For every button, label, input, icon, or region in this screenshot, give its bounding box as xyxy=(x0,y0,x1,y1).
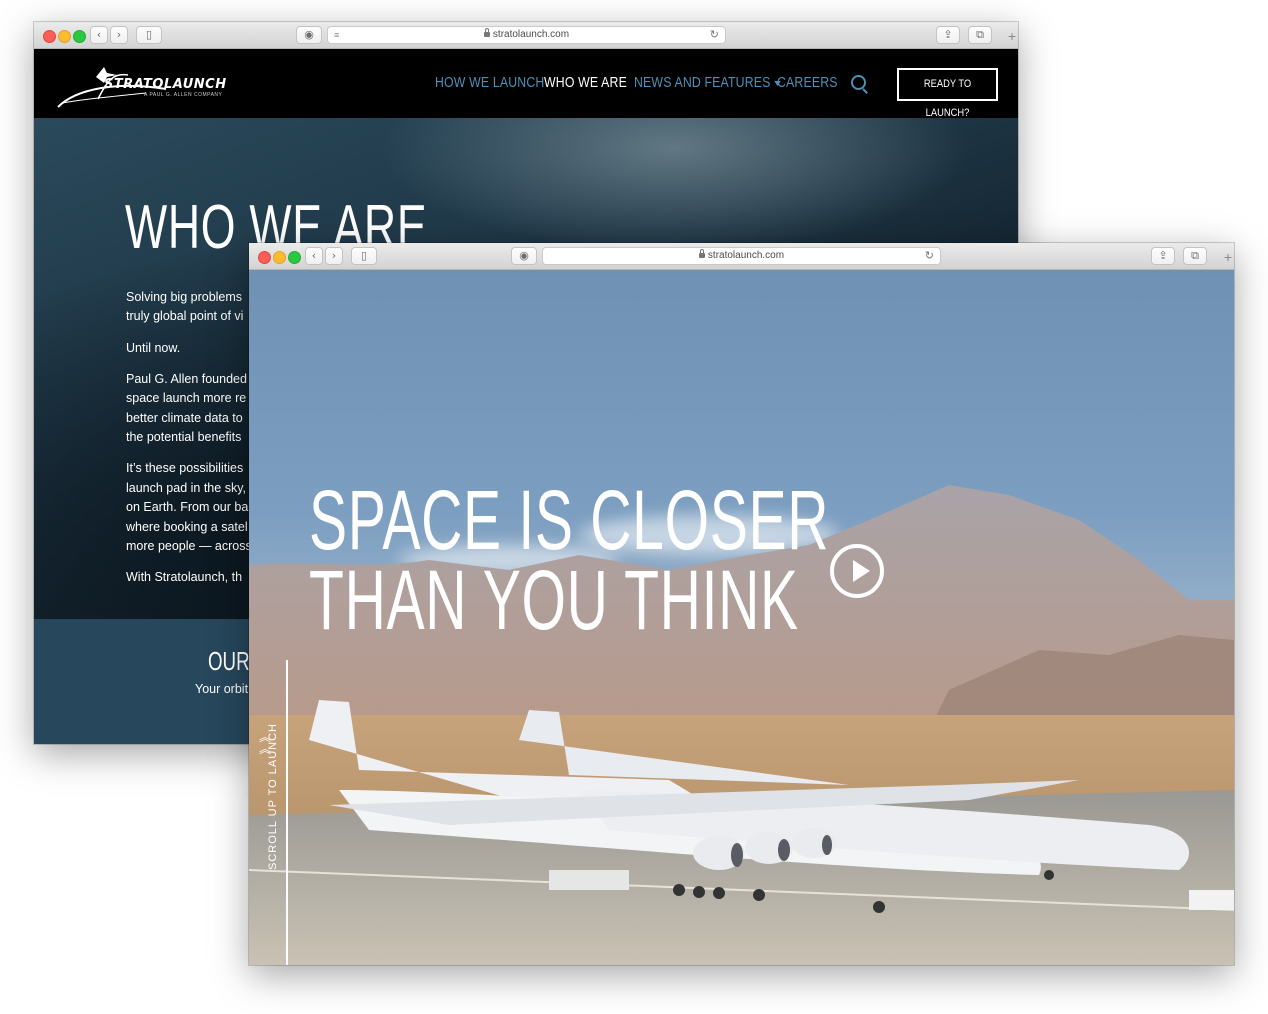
paragraph-3-line-2: space launch more re xyxy=(126,391,247,405)
back-arrow-icon[interactable]: ‹ xyxy=(305,247,323,265)
nav-careers[interactable]: CAREERS xyxy=(777,74,838,91)
forward-arrow-icon[interactable]: › xyxy=(110,26,128,44)
browser-toolbar: ‹ › ▯ ◉ stratolaunch.com ↻ ⇪ ⧉ + xyxy=(249,243,1234,270)
address-bar[interactable]: ≡ stratolaunch.com ↻ xyxy=(327,26,726,44)
paragraph-5-line-1: With Stratolaunch, th xyxy=(126,570,243,584)
hero-headline-line-1: SPACE IS CLOSER xyxy=(309,473,830,567)
home-page: SPACE IS CLOSER THAN YOU THINK ︽ ︽ SCROLL… xyxy=(249,270,1234,965)
paragraph-1-line-2: truly global point of vi xyxy=(126,309,244,323)
lock-icon xyxy=(698,249,705,258)
sidebar-toggle-icon[interactable]: ▯ xyxy=(136,26,162,44)
nav-who-we-are[interactable]: WHO WE ARE xyxy=(544,74,627,91)
nav-news-and-features[interactable]: NEWS AND FEATURES xyxy=(634,74,782,91)
paragraph-3-line-3: better climate data to xyxy=(126,411,243,425)
scroll-indicator-line xyxy=(286,660,288,965)
tabs-overview-icon[interactable]: ⧉ xyxy=(968,26,992,44)
close-window-button[interactable] xyxy=(258,251,271,264)
share-icon[interactable]: ⇪ xyxy=(936,26,960,44)
site-header: STRATOLAUNCH A PAUL G. ALLEN COMPANY HOW… xyxy=(34,49,1018,119)
url-text: stratolaunch.com xyxy=(492,29,570,40)
paragraph-4-line-3: on Earth. From our ba xyxy=(126,500,249,514)
reload-icon[interactable]: ↻ xyxy=(710,27,719,43)
paragraph-4-line-5: more people — across xyxy=(126,539,252,553)
new-tab-icon[interactable]: + xyxy=(1224,250,1232,264)
paragraph-4-line-1: It’s these possibilities xyxy=(126,461,244,475)
paragraph-2-line-1: Until now. xyxy=(126,341,181,355)
zoom-window-button[interactable] xyxy=(73,30,86,43)
browser-toolbar: ‹ › ▯ ◉ ≡ stratolaunch.com ↻ ⇪ ⧉ + xyxy=(34,22,1018,49)
logo-tagline: A PAUL G. ALLEN COMPANY xyxy=(144,92,223,98)
nav-how-we-launch[interactable]: HOW WE LAUNCH xyxy=(435,74,544,91)
logo-wordmark: STRATOLAUNCH xyxy=(104,77,227,92)
new-tab-icon[interactable]: + xyxy=(1008,29,1016,43)
share-icon[interactable]: ⇪ xyxy=(1151,247,1175,265)
lock-icon xyxy=(483,28,490,37)
stratolaunch-logo[interactable]: STRATOLAUNCH A PAUL G. ALLEN COMPANY xyxy=(56,59,226,111)
minimize-window-button[interactable] xyxy=(58,30,71,43)
forward-arrow-icon[interactable]: › xyxy=(325,247,343,265)
browser-window-front[interactable]: ‹ › ▯ ◉ stratolaunch.com ↻ ⇪ ⧉ + SPACE I… xyxy=(249,243,1234,965)
paragraph-3-line-4: the potential benefits xyxy=(126,430,242,444)
paragraph-3-line-1: Paul G. Allen founded xyxy=(126,372,247,386)
scroll-up-to-launch-label[interactable]: SCROLL UP TO LAUNCH xyxy=(267,723,279,870)
section-text: Your orbit xyxy=(195,682,249,696)
nav-news-label: NEWS AND FEATURES xyxy=(634,74,771,91)
play-video-button[interactable] xyxy=(830,544,884,598)
sidebar-toggle-icon[interactable]: ▯ xyxy=(351,247,377,265)
back-arrow-icon[interactable]: ‹ xyxy=(90,26,108,44)
hero-headline-line-2: THAN YOU THINK xyxy=(309,553,799,647)
reload-icon[interactable]: ↻ xyxy=(925,248,934,264)
url-text: stratolaunch.com xyxy=(707,250,785,261)
search-icon[interactable] xyxy=(851,75,866,90)
privacy-report-icon[interactable]: ◉ xyxy=(511,247,537,265)
paragraph-4-line-4: where booking a satel xyxy=(126,520,248,534)
ready-to-launch-button[interactable]: READY TO LAUNCH? xyxy=(897,68,998,119)
address-bar[interactable]: stratolaunch.com ↻ xyxy=(542,247,941,265)
paragraph-1-line-1: Solving big problems xyxy=(126,290,243,304)
reader-view-icon[interactable]: ≡ xyxy=(334,27,339,43)
zoom-window-button[interactable] xyxy=(288,251,301,264)
privacy-report-icon[interactable]: ◉ xyxy=(296,26,322,44)
close-window-button[interactable] xyxy=(43,30,56,43)
minimize-window-button[interactable] xyxy=(273,251,286,264)
tabs-overview-icon[interactable]: ⧉ xyxy=(1183,247,1207,265)
paragraph-4-line-2: launch pad in the sky, xyxy=(126,481,246,495)
